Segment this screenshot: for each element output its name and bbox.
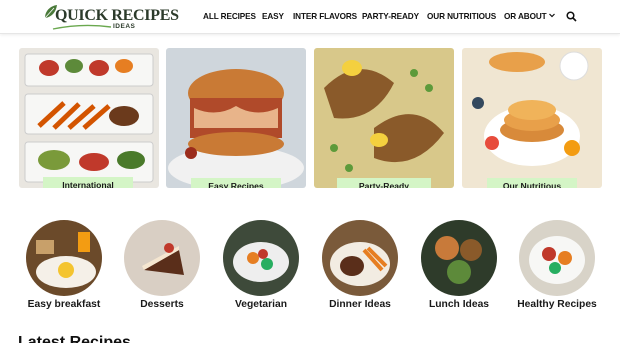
card-easy-recipes[interactable]: Easy Recipes: [166, 48, 306, 188]
card-image-easy: [166, 48, 306, 188]
category-image-dinner[interactable]: [322, 220, 398, 296]
card-label[interactable]: Easy Recipes: [191, 178, 281, 188]
category-label[interactable]: Lunch Ideas: [415, 299, 503, 310]
card-image-nutritious: [462, 48, 602, 188]
card-label[interactable]: Our Nutritious: [487, 178, 577, 188]
card-label[interactable]: International Flavors: [43, 177, 133, 188]
category-label[interactable]: Healthy Recipes: [507, 299, 607, 310]
category-image-lunch[interactable]: [421, 220, 497, 296]
category-label[interactable]: Dinner Ideas: [316, 299, 404, 310]
category-image-desserts[interactable]: [124, 220, 200, 296]
search-icon[interactable]: [566, 11, 577, 22]
nav-inter-flavors[interactable]: INTER FLAVORS: [293, 12, 357, 21]
nav-party-ready[interactable]: PARTY-READY: [362, 12, 419, 21]
category-image-vegetarian[interactable]: [223, 220, 299, 296]
card-party-ready[interactable]: Party-Ready: [314, 48, 454, 188]
nav-easy[interactable]: EASY: [262, 12, 284, 21]
card-label[interactable]: Party-Ready: [337, 178, 431, 188]
category-label[interactable]: Vegetarian: [217, 299, 305, 310]
card-our-nutritious[interactable]: Our Nutritious: [462, 48, 602, 188]
logo-subtitle: IDEAS: [113, 23, 136, 30]
nav-our-nutritious[interactable]: OUR NUTRITIOUS: [427, 12, 496, 21]
chevron-down-icon[interactable]: [548, 11, 556, 19]
site-logo[interactable]: QUICK RECIPES IDEAS: [40, 3, 179, 33]
swoosh-icon: [52, 24, 112, 30]
category-label[interactable]: Easy breakfast: [20, 299, 108, 310]
card-image-party: [314, 48, 454, 188]
category-label[interactable]: Desserts: [118, 299, 206, 310]
nav-all-recipes[interactable]: ALL RECIPES: [203, 12, 256, 21]
category-image-breakfast[interactable]: [26, 220, 102, 296]
section-heading: Latest Recipes: [18, 334, 131, 343]
card-international-flavors[interactable]: International Flavors: [19, 48, 159, 188]
site-header: QUICK RECIPES IDEAS ALL RECIPES EASY INT…: [0, 0, 620, 34]
nav-or-about[interactable]: OR ABOUT: [504, 12, 547, 21]
category-image-healthy[interactable]: [519, 220, 595, 296]
card-image-international: [19, 48, 159, 188]
